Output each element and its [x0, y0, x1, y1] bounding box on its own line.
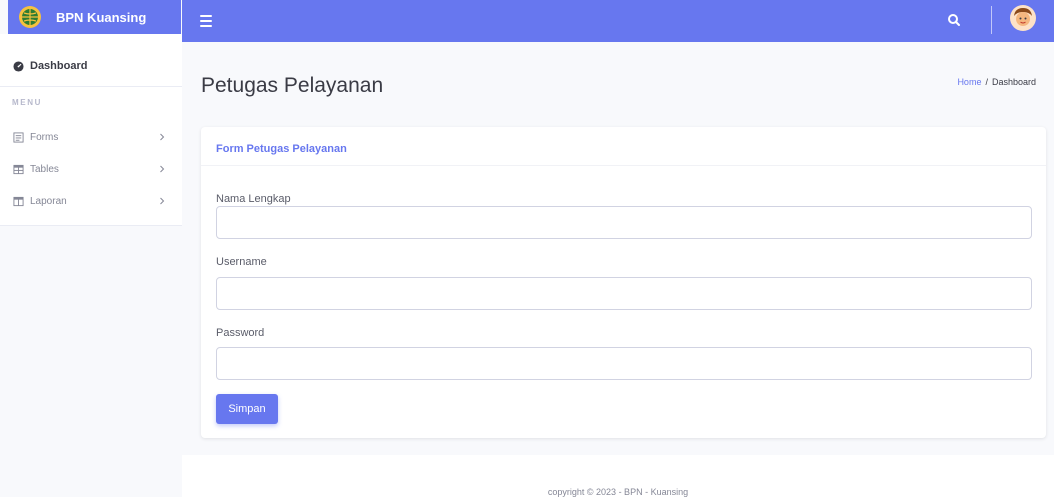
dashboard-icon: [12, 60, 24, 72]
user-avatar-icon[interactable]: [1010, 5, 1036, 31]
save-button[interactable]: Simpan: [216, 394, 278, 424]
sidebar-item-laporan[interactable]: Laporan: [12, 195, 166, 207]
username-label: Username: [216, 256, 267, 268]
topbar: [182, 0, 1054, 42]
sidebar-item-label: Dashboard: [30, 60, 88, 72]
breadcrumb-separator: /: [985, 77, 988, 87]
page-title: Petugas Pelayanan: [201, 74, 384, 97]
card-divider: [201, 165, 1046, 166]
sidebar-item-label: Forms: [30, 131, 59, 143]
password-label: Password: [216, 327, 265, 339]
chevron-right-icon: [158, 133, 166, 141]
sidebar-divider: [0, 86, 182, 87]
sidebar-item-tables[interactable]: Tables: [12, 163, 166, 175]
footer: copyright © 2023 - BPN - Kuansing: [182, 455, 1054, 497]
breadcrumb-home[interactable]: Home: [957, 77, 981, 87]
table-icon: [12, 163, 24, 175]
breadcrumb: Home / Dashboard: [957, 77, 1036, 87]
chevron-right-icon: [158, 197, 166, 205]
nama-lengkap-label: Nama Lengkap: [216, 193, 291, 205]
brand-name: BPN Kuansing: [56, 9, 147, 25]
card-title: Form Petugas Pelayanan: [216, 143, 347, 155]
username-field[interactable]: [216, 277, 1032, 310]
globe-emblem-icon: [18, 5, 42, 29]
sidebar-item-label: Tables: [30, 163, 59, 175]
bars-icon[interactable]: [200, 15, 212, 27]
brand[interactable]: BPN Kuansing: [8, 0, 181, 34]
form-card: Form Petugas Pelayanan Nama Lengkap User…: [201, 127, 1046, 438]
breadcrumb-current: Dashboard: [991, 77, 1036, 87]
password-field[interactable]: [216, 347, 1032, 380]
topbar-divider: [991, 6, 992, 34]
footer-copyright: copyright © 2023 - BPN - Kuansing: [547, 487, 689, 497]
nama-lengkap-field[interactable]: [216, 206, 1032, 239]
sidebar: Dashboard MENU Forms Tables Laporan: [0, 34, 182, 226]
sidebar-heading: MENU: [12, 98, 42, 107]
columns-icon: [12, 195, 24, 207]
sidebar-item-label: Laporan: [30, 195, 67, 207]
search-icon[interactable]: [944, 10, 964, 30]
sidebar-item-forms[interactable]: Forms: [12, 131, 166, 143]
chevron-right-icon: [158, 165, 166, 173]
form-icon: [12, 131, 24, 143]
sidebar-item-dashboard[interactable]: Dashboard: [12, 60, 87, 72]
